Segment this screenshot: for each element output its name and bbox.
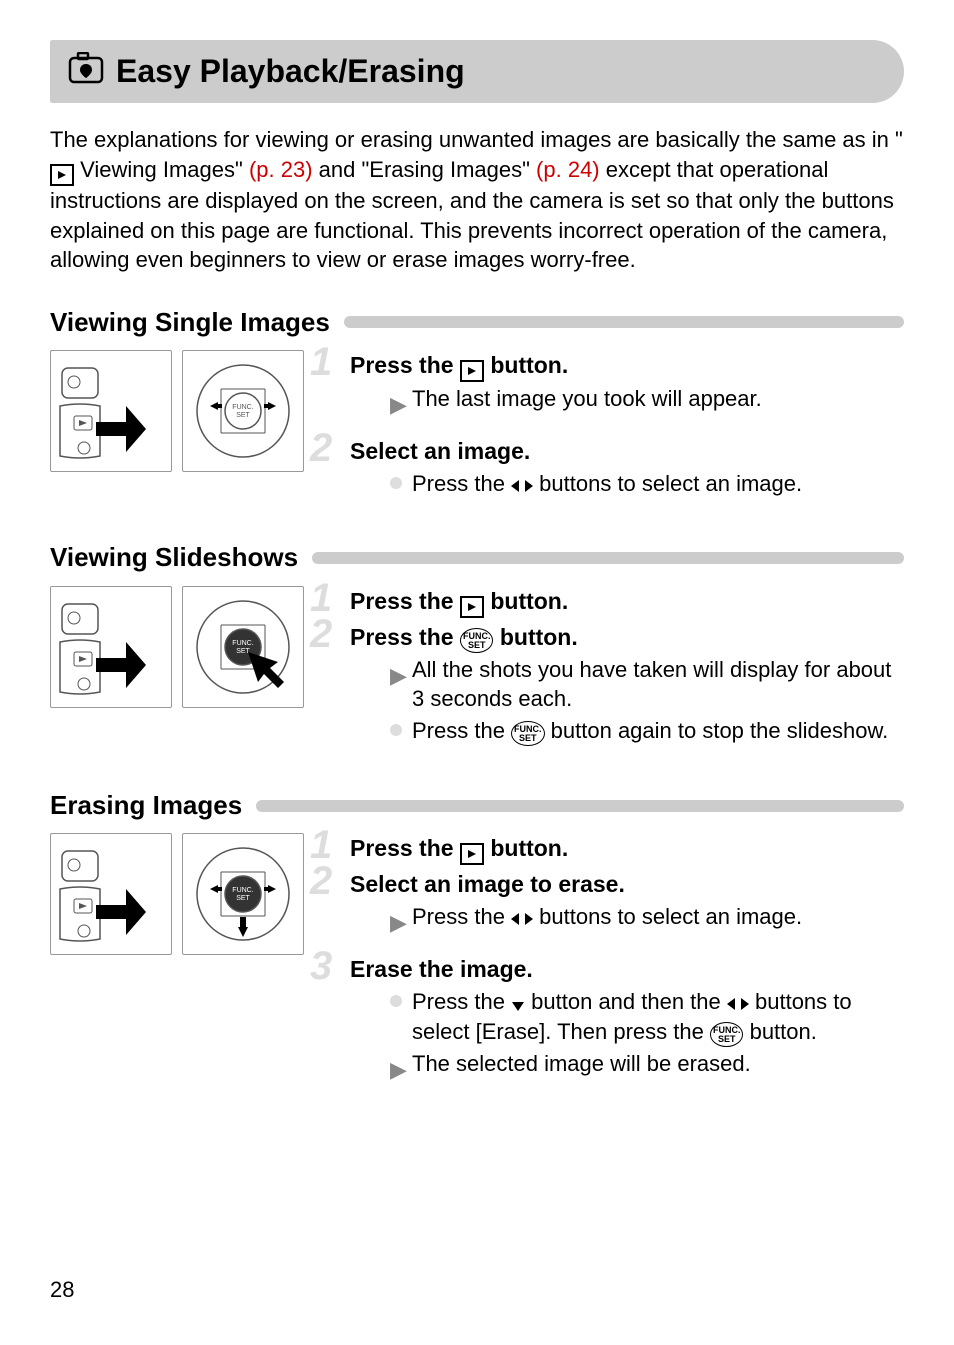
left-right-arrow-icon [511,471,533,496]
action-marker-icon [390,724,402,736]
step: 1 Press the button. ▶The last image you … [316,350,904,414]
intro-text: and "Erasing Images" [313,157,537,182]
section-body-single: FUNC. SET 1 Press the button. ▶The last … [50,350,904,520]
result-marker-icon: ▶ [390,1055,407,1085]
page-title-bar: Easy Playback/Erasing [50,40,904,103]
section-title: Viewing Slideshows [50,540,298,575]
step-body: ▶All the shots you have taken will displ… [350,655,904,746]
intro-text: The explanations for viewing or erasing … [50,127,903,152]
control-wheel-diagram: FUNC. SET [182,350,304,472]
intro-paragraph: The explanations for viewing or erasing … [50,125,904,275]
section-title: Erasing Images [50,788,242,823]
svg-text:SET: SET [236,648,250,655]
step-title: Press the button. [350,350,904,382]
control-wheel-diagram: FUNC. SET [182,586,304,708]
section-body-slideshows: FUNC. SET 1 Press the button. 2 Press th… [50,586,904,768]
result-item: ▶The selected image will be erased. [390,1049,904,1079]
result-item: ▶All the shots you have taken will displ… [390,655,904,714]
step-title: Press the FUNC.SET button. [350,622,904,653]
diagram-group: FUNC. SET [50,350,304,472]
playback-icon [460,596,484,618]
step: 2 Select an image. Press the buttons to … [316,436,904,499]
playback-icon [460,843,484,865]
step-body: ▶Press the buttons to select an image. [350,902,904,932]
easy-mode-icon [68,52,104,91]
func-set-icon: FUNC.SET [511,721,545,746]
svg-text:FUNC.: FUNC. [232,640,253,647]
steps-list: 1 Press the button. 2 Press the FUNC.SET… [316,586,904,768]
left-right-arrow-icon [511,904,533,929]
intro-text: Viewing Images" [74,157,249,182]
step-title: Select an image. [350,436,904,467]
action-marker-icon [390,995,402,1007]
step: 1 Press the button. [316,833,904,865]
step: 2 Select an image to erase. ▶Press the b… [316,869,904,932]
page-ref-link[interactable]: (p. 24) [536,157,600,182]
step-number: 1 [310,342,332,382]
step-number: 2 [310,614,332,654]
page-title: Easy Playback/Erasing [116,50,465,93]
step: 3 Erase the image. Press the button and … [316,954,904,1078]
section-title: Viewing Single Images [50,305,330,340]
step-body: Press the buttons to select an image. [350,469,904,499]
step-title: Press the button. [350,586,904,618]
result-item: ▶The last image you took will appear. [390,384,904,414]
svg-text:SET: SET [236,412,250,419]
section-heading-slideshows: Viewing Slideshows [50,540,904,575]
control-wheel-diagram: FUNC. SET [182,833,304,955]
section-body-erasing: FUNC. SET 1 Press the button. 2 [50,833,904,1100]
result-item: ▶Press the buttons to select an image. [390,902,904,932]
step: 2 Press the FUNC.SET button. ▶All the sh… [316,622,904,746]
section-rule [256,800,904,812]
step-number: 2 [310,861,332,901]
down-arrow-icon [511,989,525,1014]
section-heading-erasing: Erasing Images [50,788,904,823]
camera-back-diagram [50,833,172,955]
action-item: Press the buttons to select an image. [390,469,904,499]
step: 1 Press the button. [316,586,904,618]
svg-text:SET: SET [236,895,250,902]
result-marker-icon: ▶ [390,908,407,938]
playback-icon [460,360,484,382]
diagram-group: FUNC. SET [50,833,304,955]
func-set-icon: FUNC.SET [460,628,494,653]
step-body: Press the button and then the buttons to… [350,987,904,1078]
section-rule [344,316,904,328]
step-number: 3 [310,946,332,986]
step-title: Select an image to erase. [350,869,904,900]
section-heading-single: Viewing Single Images [50,305,904,340]
step-title: Press the button. [350,833,904,865]
camera-back-diagram [50,350,172,472]
action-item: Press the FUNC.SET button again to stop … [390,716,904,746]
func-set-icon: FUNC.SET [710,1022,744,1047]
step-body: ▶The last image you took will appear. [350,384,904,414]
camera-back-diagram [50,586,172,708]
svg-text:FUNC.: FUNC. [232,887,253,894]
action-marker-icon [390,477,402,489]
playback-icon [50,164,74,186]
step-number: 2 [310,428,332,468]
result-marker-icon: ▶ [390,661,407,691]
page-number: 28 [50,1275,74,1305]
section-rule [312,552,904,564]
left-right-arrow-icon [727,989,749,1014]
action-item: Press the button and then the buttons to… [390,987,904,1047]
steps-list: 1 Press the button. 2 Select an image to… [316,833,904,1100]
step-title: Erase the image. [350,954,904,985]
diagram-group: FUNC. SET [50,586,304,708]
svg-text:FUNC.: FUNC. [232,404,253,411]
result-marker-icon: ▶ [390,390,407,420]
page-ref-link[interactable]: (p. 23) [249,157,313,182]
steps-list: 1 Press the button. ▶The last image you … [316,350,904,520]
